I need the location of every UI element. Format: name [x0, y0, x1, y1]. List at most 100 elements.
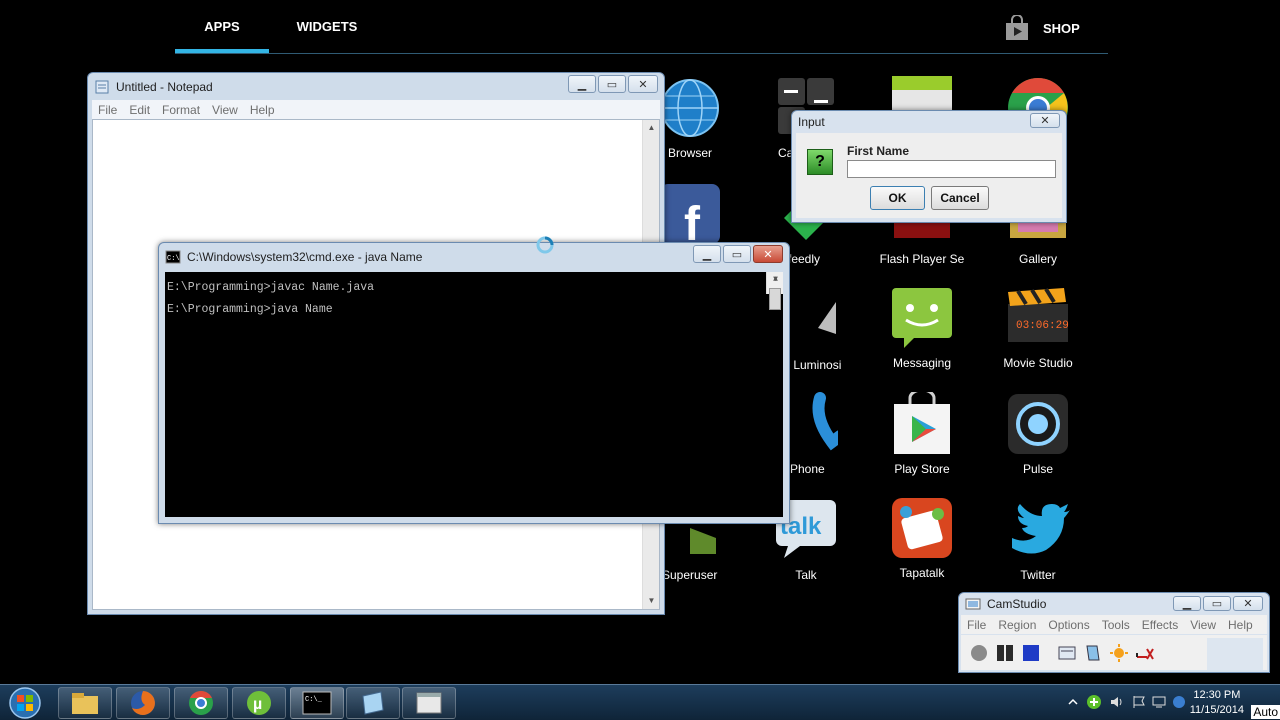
- shop-button[interactable]: SHOP: [1004, 14, 1080, 42]
- taskbar-firefox[interactable]: [116, 687, 170, 719]
- volume-icon[interactable]: [1110, 695, 1124, 709]
- menu-item-file[interactable]: File: [967, 618, 986, 632]
- stop-icon[interactable]: [1021, 643, 1041, 663]
- scroll-down-icon[interactable]: ▼: [643, 593, 660, 609]
- annotation-icon[interactable]: [1083, 643, 1103, 663]
- twitter-icon: [1012, 504, 1070, 554]
- app-label: Tapatalk: [899, 566, 945, 580]
- minimize-button[interactable]: ▁: [693, 245, 721, 263]
- input-dialog[interactable]: Input ✕ ? First Name OK Cancel: [791, 110, 1067, 223]
- taskbar-chrome[interactable]: [174, 687, 228, 719]
- minimize-button[interactable]: ▁: [568, 75, 596, 93]
- facebook-icon: f: [660, 184, 720, 246]
- preview-area: [1207, 638, 1263, 670]
- globe-icon: [661, 79, 719, 137]
- app-tapatalk[interactable]: Tapatalk: [864, 496, 980, 580]
- scissors-icon[interactable]: [1135, 643, 1155, 663]
- taskbar-utorrent[interactable]: µ: [232, 687, 286, 719]
- menu-item-tools[interactable]: Tools: [1102, 618, 1130, 632]
- firefox-icon: [131, 691, 155, 715]
- taskbar-notepad[interactable]: [346, 687, 400, 719]
- record-icon[interactable]: [969, 643, 989, 663]
- app-label: Gallery: [1018, 252, 1057, 266]
- app-label: Play Store: [894, 462, 950, 476]
- taskbar-window[interactable]: [402, 687, 456, 719]
- camstudio-window[interactable]: CamStudio ▁ ▭ ✕ File Region Options Tool…: [958, 592, 1270, 673]
- close-button[interactable]: ✕: [1030, 113, 1060, 128]
- menu-item-file[interactable]: File: [98, 103, 117, 117]
- taskbar: µ C:\_ 12:30 PM 11/15/2014 Auto: [0, 684, 1280, 720]
- dialog-titlebar[interactable]: Input: [792, 111, 1066, 133]
- flag-icon[interactable]: [1132, 695, 1146, 709]
- menu-item-help[interactable]: Help: [1228, 618, 1253, 632]
- show-hidden-icons-icon[interactable]: [1068, 697, 1078, 707]
- system-tray: 12:30 PM 11/15/2014 Auto: [1060, 685, 1280, 720]
- clock[interactable]: 12:30 PM 11/15/2014: [1190, 688, 1244, 718]
- cmd-window[interactable]: C:\ C:\Windows\system32\cmd.exe - java N…: [158, 242, 790, 524]
- app-messaging[interactable]: Messaging: [864, 286, 980, 370]
- svg-text:C:\: C:\: [167, 255, 180, 263]
- notepad-icon: [95, 80, 109, 94]
- first-name-label: First Name: [847, 144, 910, 158]
- tab-widgets[interactable]: WIDGETS: [280, 0, 374, 54]
- header-divider: [175, 53, 1108, 54]
- app-pulse[interactable]: Pulse: [980, 392, 1096, 476]
- dialog-title: Input: [798, 115, 825, 129]
- clock-date: 11/15/2014: [1189, 704, 1244, 716]
- minimize-button[interactable]: ▁: [1173, 596, 1201, 611]
- menu-bar: File Edit Format View Help: [92, 100, 660, 119]
- network-status-icon[interactable]: [1086, 694, 1102, 710]
- display-icon[interactable]: [1152, 695, 1166, 709]
- effects-sun-icon[interactable]: [1109, 643, 1129, 663]
- camstudio-icon: [965, 598, 981, 610]
- close-button[interactable]: ✕: [628, 75, 658, 93]
- maximize-button[interactable]: ▭: [723, 245, 751, 263]
- menu-item-view[interactable]: View: [212, 103, 238, 117]
- bluetooth-icon[interactable]: [1172, 695, 1186, 709]
- console-output[interactable]: E:\Programming>javac Name.java E:\Progra…: [165, 272, 783, 517]
- svg-text:C:\_: C:\_: [305, 696, 323, 704]
- shopping-bag-icon: [1006, 15, 1028, 40]
- maximize-button[interactable]: ▭: [1203, 596, 1231, 611]
- pause-icon[interactable]: [995, 643, 1015, 663]
- ok-button[interactable]: OK: [870, 186, 925, 210]
- app-movie-studio[interactable]: 03:06:29 Movie Studio: [980, 286, 1096, 370]
- menu-item-options[interactable]: Options: [1048, 618, 1089, 632]
- console-line: E:\Programming>java Name: [167, 303, 333, 316]
- app-play-store[interactable]: Play Store: [864, 392, 980, 476]
- scroll-up-icon[interactable]: ▲: [643, 120, 660, 136]
- chrome-icon: [189, 690, 213, 715]
- app-twitter[interactable]: Twitter: [980, 498, 1096, 582]
- app-label: Movie Studio: [1003, 356, 1073, 370]
- menu-item-edit[interactable]: Edit: [129, 103, 150, 117]
- busy-cursor-icon: [536, 236, 554, 254]
- close-button[interactable]: ✕: [1233, 596, 1263, 611]
- menu-item-view[interactable]: View: [1190, 618, 1216, 632]
- app-label: Talk: [795, 568, 817, 582]
- menu-item-format[interactable]: Format: [162, 103, 200, 117]
- menu-item-help[interactable]: Help: [250, 103, 275, 117]
- maximize-button[interactable]: ▭: [598, 75, 626, 93]
- explorer-icon: [72, 693, 98, 714]
- app-label: Twitter: [1020, 568, 1056, 582]
- taskbar-cmd[interactable]: C:\_: [290, 687, 344, 719]
- region-icon[interactable]: [1057, 643, 1077, 663]
- window-title: C:\Windows\system32\cmd.exe - java Name: [187, 250, 423, 264]
- app-label: Messaging: [892, 356, 952, 370]
- shop-label: SHOP: [1043, 20, 1080, 36]
- question-icon: ?: [807, 149, 833, 175]
- menu-item-effects[interactable]: Effects: [1142, 618, 1178, 632]
- cancel-button[interactable]: Cancel: [931, 186, 989, 210]
- start-button[interactable]: [4, 686, 46, 720]
- svg-text:f: f: [684, 198, 701, 246]
- taskbar-explorer[interactable]: [58, 687, 112, 719]
- vertical-scrollbar[interactable]: ▲ ▼: [766, 272, 784, 310]
- first-name-input[interactable]: [847, 160, 1056, 178]
- scroll-down-icon[interactable]: ▼: [767, 272, 784, 294]
- window-title: CamStudio: [987, 597, 1047, 611]
- menu-item-region[interactable]: Region: [998, 618, 1036, 632]
- tab-apps[interactable]: APPS: [175, 0, 269, 54]
- app-label: Flash Player Se: [879, 252, 965, 266]
- pulse-icon: [1008, 394, 1068, 454]
- close-button[interactable]: ✕: [753, 245, 783, 263]
